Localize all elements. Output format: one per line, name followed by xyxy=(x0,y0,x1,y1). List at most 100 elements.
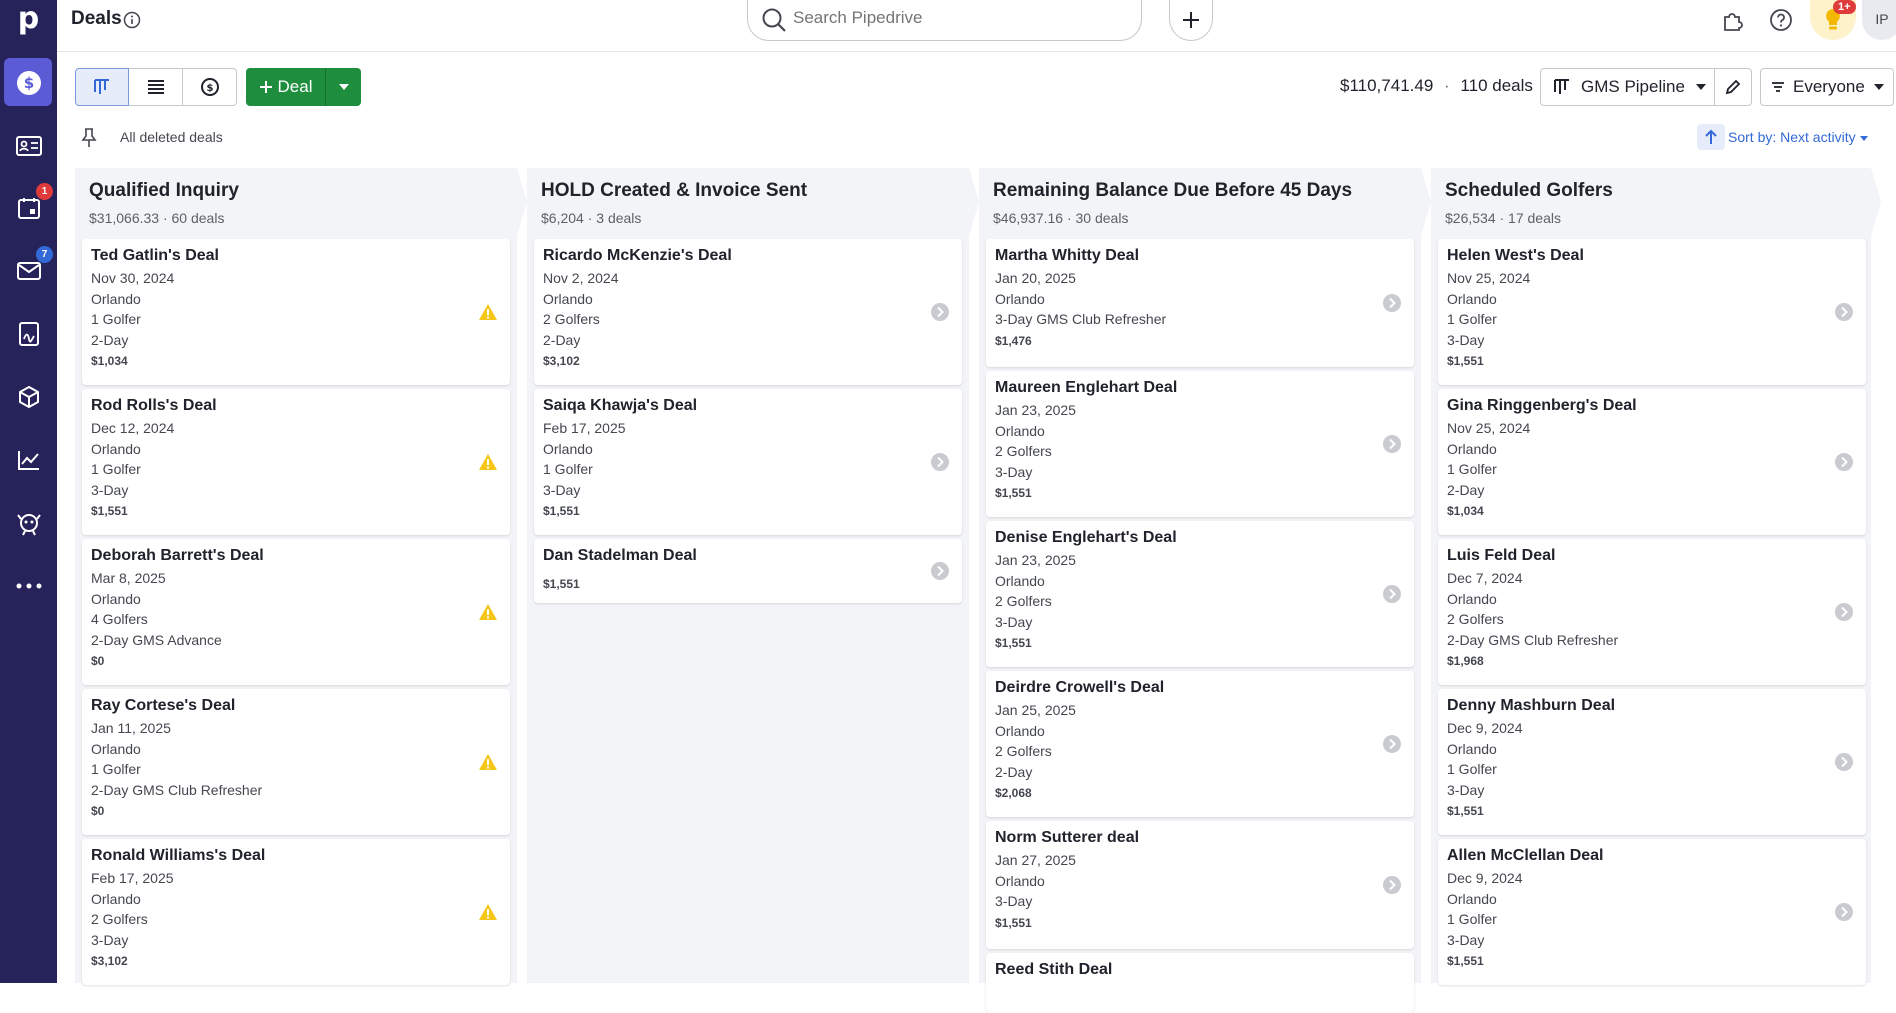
deal-title[interactable]: Ted Gatlin's Deal xyxy=(91,247,219,265)
add-deal-dropdown[interactable] xyxy=(325,68,361,106)
pipeline-view-button[interactable] xyxy=(75,68,129,106)
chevron-right-icon[interactable] xyxy=(930,452,950,472)
quick-add-button[interactable] xyxy=(1169,0,1213,41)
sidebar-item-documents[interactable] xyxy=(0,309,57,359)
stage-column: Scheduled Golfers $26,534 · 17 deals Helen… xyxy=(1431,168,1881,985)
deal-card[interactable]: Saiqa Khawja's Deal Feb 17, 2025 Orlando 1 … xyxy=(534,389,962,535)
sort-direction-button[interactable] xyxy=(1697,124,1725,150)
stage-header[interactable]: Remaining Balance Due Before 45 Days $46,… xyxy=(979,168,1431,236)
pipeline-icon xyxy=(94,79,109,94)
chevron-right-icon[interactable] xyxy=(1834,902,1854,922)
pipeline-selector[interactable]: GMS Pipeline xyxy=(1540,68,1715,106)
deal-title[interactable]: Helen West's Deal xyxy=(1447,247,1584,265)
sort-selector[interactable]: Sort by: Next activity xyxy=(1728,129,1869,145)
deal-card[interactable]: Dan Stadelman Deal $1,551 xyxy=(534,539,962,603)
svg-text:$: $ xyxy=(23,74,33,92)
deal-card[interactable]: Rod Rolls's Deal Dec 12, 2024 Orlando 1 Gol… xyxy=(82,389,510,535)
info-icon[interactable] xyxy=(123,11,141,29)
deal-title[interactable]: Maureen Englehart Deal xyxy=(995,379,1177,397)
pipedrive-logo[interactable]: p xyxy=(0,0,57,40)
warning-icon[interactable] xyxy=(478,452,498,472)
chevron-right-icon[interactable] xyxy=(1834,602,1854,622)
deal-title[interactable]: Martha Whitty Deal xyxy=(995,247,1139,265)
stage-header[interactable]: HOLD Created & Invoice Sent $6,204 · 3 de… xyxy=(527,168,979,236)
deal-title[interactable]: Saiqa Khawja's Deal xyxy=(543,397,697,415)
chevron-right-icon[interactable] xyxy=(930,302,950,322)
deal-title[interactable]: Rod Rolls's Deal xyxy=(91,397,217,415)
deal-title[interactable]: Allen McClellan Deal xyxy=(1447,847,1604,865)
chevron-right-icon[interactable] xyxy=(1834,452,1854,472)
chevron-right-icon[interactable] xyxy=(1382,293,1402,313)
deal-title[interactable]: Deborah Barrett's Deal xyxy=(91,547,264,565)
deal-detail: 1 Golfer xyxy=(91,311,141,327)
chevron-right-icon[interactable] xyxy=(1834,302,1854,322)
deal-title[interactable]: Reed Stith Deal xyxy=(995,961,1112,979)
warning-icon[interactable] xyxy=(478,302,498,322)
deal-card[interactable]: Helen West's Deal Nov 25, 2024 Orlando 1 Go… xyxy=(1438,239,1866,385)
chevron-right-icon[interactable] xyxy=(930,561,950,581)
owner-filter[interactable]: Everyone xyxy=(1760,68,1894,106)
deal-card[interactable]: Deirdre Crowell's Deal Jan 25, 2025 Orland… xyxy=(986,671,1414,817)
all-deleted-deals-link[interactable]: All deleted deals xyxy=(120,129,223,145)
deal-value: $0 xyxy=(91,804,105,818)
list-view-button[interactable] xyxy=(129,68,183,106)
deal-title[interactable]: Luis Feld Deal xyxy=(1447,547,1555,565)
sidebar-item-activities[interactable]: 1 xyxy=(0,183,57,233)
pin-icon[interactable] xyxy=(81,128,97,148)
deal-title[interactable]: Ronald Williams's Deal xyxy=(91,847,265,865)
deal-title[interactable]: Deirdre Crowell's Deal xyxy=(995,679,1164,697)
deal-card[interactable]: Gina Ringgenberg's Deal Nov 25, 2024 Orlan… xyxy=(1438,389,1866,535)
warning-icon[interactable] xyxy=(478,752,498,772)
sidebar-item-marketplace[interactable] xyxy=(0,498,57,548)
sidebar-item-products[interactable] xyxy=(0,372,57,422)
forecast-view-button[interactable]: $ xyxy=(183,68,237,106)
deal-card[interactable]: Deborah Barrett's Deal Mar 8, 2025 Orlando… xyxy=(82,539,510,685)
deal-title[interactable]: Gina Ringgenberg's Deal xyxy=(1447,397,1637,415)
sidebar-item-deals[interactable]: $ xyxy=(0,58,57,108)
stage-header[interactable]: Qualified Inquiry $31,066.33 · 60 deals xyxy=(75,168,527,236)
avatar[interactable]: IP xyxy=(1862,0,1896,40)
deal-card[interactable]: Denise Englehart's Deal Jan 23, 2025 Orlan… xyxy=(986,521,1414,667)
deal-card[interactable]: Denny Mashburn Deal Dec 9, 2024 Orlando 1 G… xyxy=(1438,689,1866,835)
deal-card[interactable]: Maureen Englehart Deal Jan 23, 2025 Orland… xyxy=(986,371,1414,517)
chevron-right-icon[interactable] xyxy=(1382,584,1402,604)
deal-title[interactable]: Denny Mashburn Deal xyxy=(1447,697,1615,715)
mail-icon xyxy=(16,262,41,280)
chevron-right-icon[interactable] xyxy=(1382,875,1402,895)
sidebar-item-leads[interactable] xyxy=(0,121,57,171)
box-icon xyxy=(18,385,39,409)
deal-card[interactable]: Ricardo McKenzie's Deal Nov 2, 2024 Orland… xyxy=(534,239,962,385)
deal-title[interactable]: Ray Cortese's Deal xyxy=(91,697,235,715)
deal-title[interactable]: Dan Stadelman Deal xyxy=(543,547,697,565)
chevron-right-icon[interactable] xyxy=(1382,434,1402,454)
chevron-right-icon[interactable] xyxy=(1382,734,1402,754)
search-box[interactable] xyxy=(747,0,1142,41)
deal-card[interactable]: Norm Sutterer deal Jan 27, 2025 Orlando 3-D… xyxy=(986,821,1414,949)
warning-icon[interactable] xyxy=(478,902,498,922)
deal-card[interactable]: Luis Feld Deal Dec 7, 2024 Orlando 2 Golfer… xyxy=(1438,539,1866,685)
add-deal-button[interactable]: Deal xyxy=(246,68,325,106)
deal-card[interactable]: Ray Cortese's Deal Jan 11, 2025 Orlando 1 G… xyxy=(82,689,510,835)
deal-card[interactable]: Allen McClellan Deal Dec 9, 2024 Orlando 1 … xyxy=(1438,839,1866,985)
deal-detail: Orlando xyxy=(1447,290,1497,307)
deal-detail: Orlando xyxy=(91,440,141,457)
deal-card[interactable]: Reed Stith Deal xyxy=(986,953,1414,1013)
deal-card[interactable]: Ronald Williams's Deal Feb 17, 2025 Orland… xyxy=(82,839,510,985)
deal-card[interactable]: Martha Whitty Deal Jan 20, 2025 Orlando 3-D… xyxy=(986,239,1414,367)
warning-icon[interactable] xyxy=(478,602,498,622)
sidebar-item-more[interactable] xyxy=(0,561,57,611)
deal-detail: Orlando xyxy=(543,290,593,307)
help-icon[interactable] xyxy=(1769,8,1793,32)
sidebar-item-mail[interactable]: 7 xyxy=(0,246,57,296)
edit-pipeline-button[interactable] xyxy=(1714,68,1752,106)
deal-card[interactable]: Ted Gatlin's Deal Nov 30, 2024 Orlando 1 Go… xyxy=(82,239,510,385)
chevron-right-icon[interactable] xyxy=(1834,752,1854,772)
search-input[interactable] xyxy=(793,8,1123,28)
deal-detail: 1 Golfer xyxy=(91,761,141,777)
deal-title[interactable]: Norm Sutterer deal xyxy=(995,829,1139,847)
puzzle-icon[interactable] xyxy=(1721,8,1745,32)
sidebar-item-insights[interactable] xyxy=(0,435,57,485)
stage-header[interactable]: Scheduled Golfers $26,534 · 17 deals xyxy=(1431,168,1881,236)
deal-title[interactable]: Denise Englehart's Deal xyxy=(995,529,1177,547)
deal-title[interactable]: Ricardo McKenzie's Deal xyxy=(543,247,732,265)
